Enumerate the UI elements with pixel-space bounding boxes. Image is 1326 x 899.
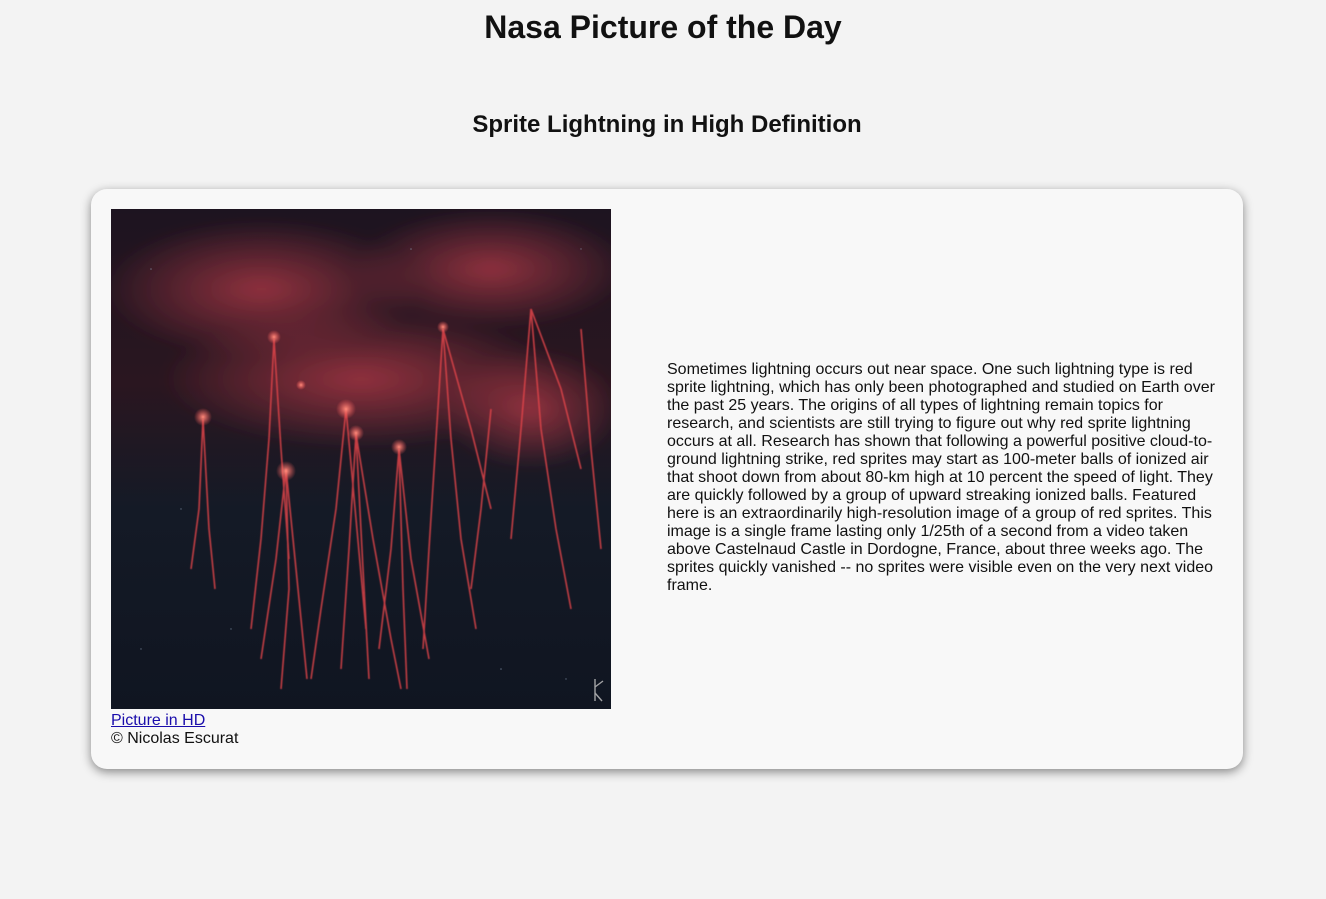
picture-in-hd-link[interactable]: Picture in HD [111,712,205,730]
page-title: Nasa Picture of the Day [484,9,842,45]
apod-title: Sprite Lightning in High Definition [472,111,862,138]
image-credit: © Nicolas Escurat [111,730,239,747]
apod-image[interactable] [111,209,611,709]
apod-card: Picture in HD © Nicolas Escurat Sometime… [91,189,1243,769]
apod-description: Sometimes lightning occurs out near spac… [667,361,1215,594]
